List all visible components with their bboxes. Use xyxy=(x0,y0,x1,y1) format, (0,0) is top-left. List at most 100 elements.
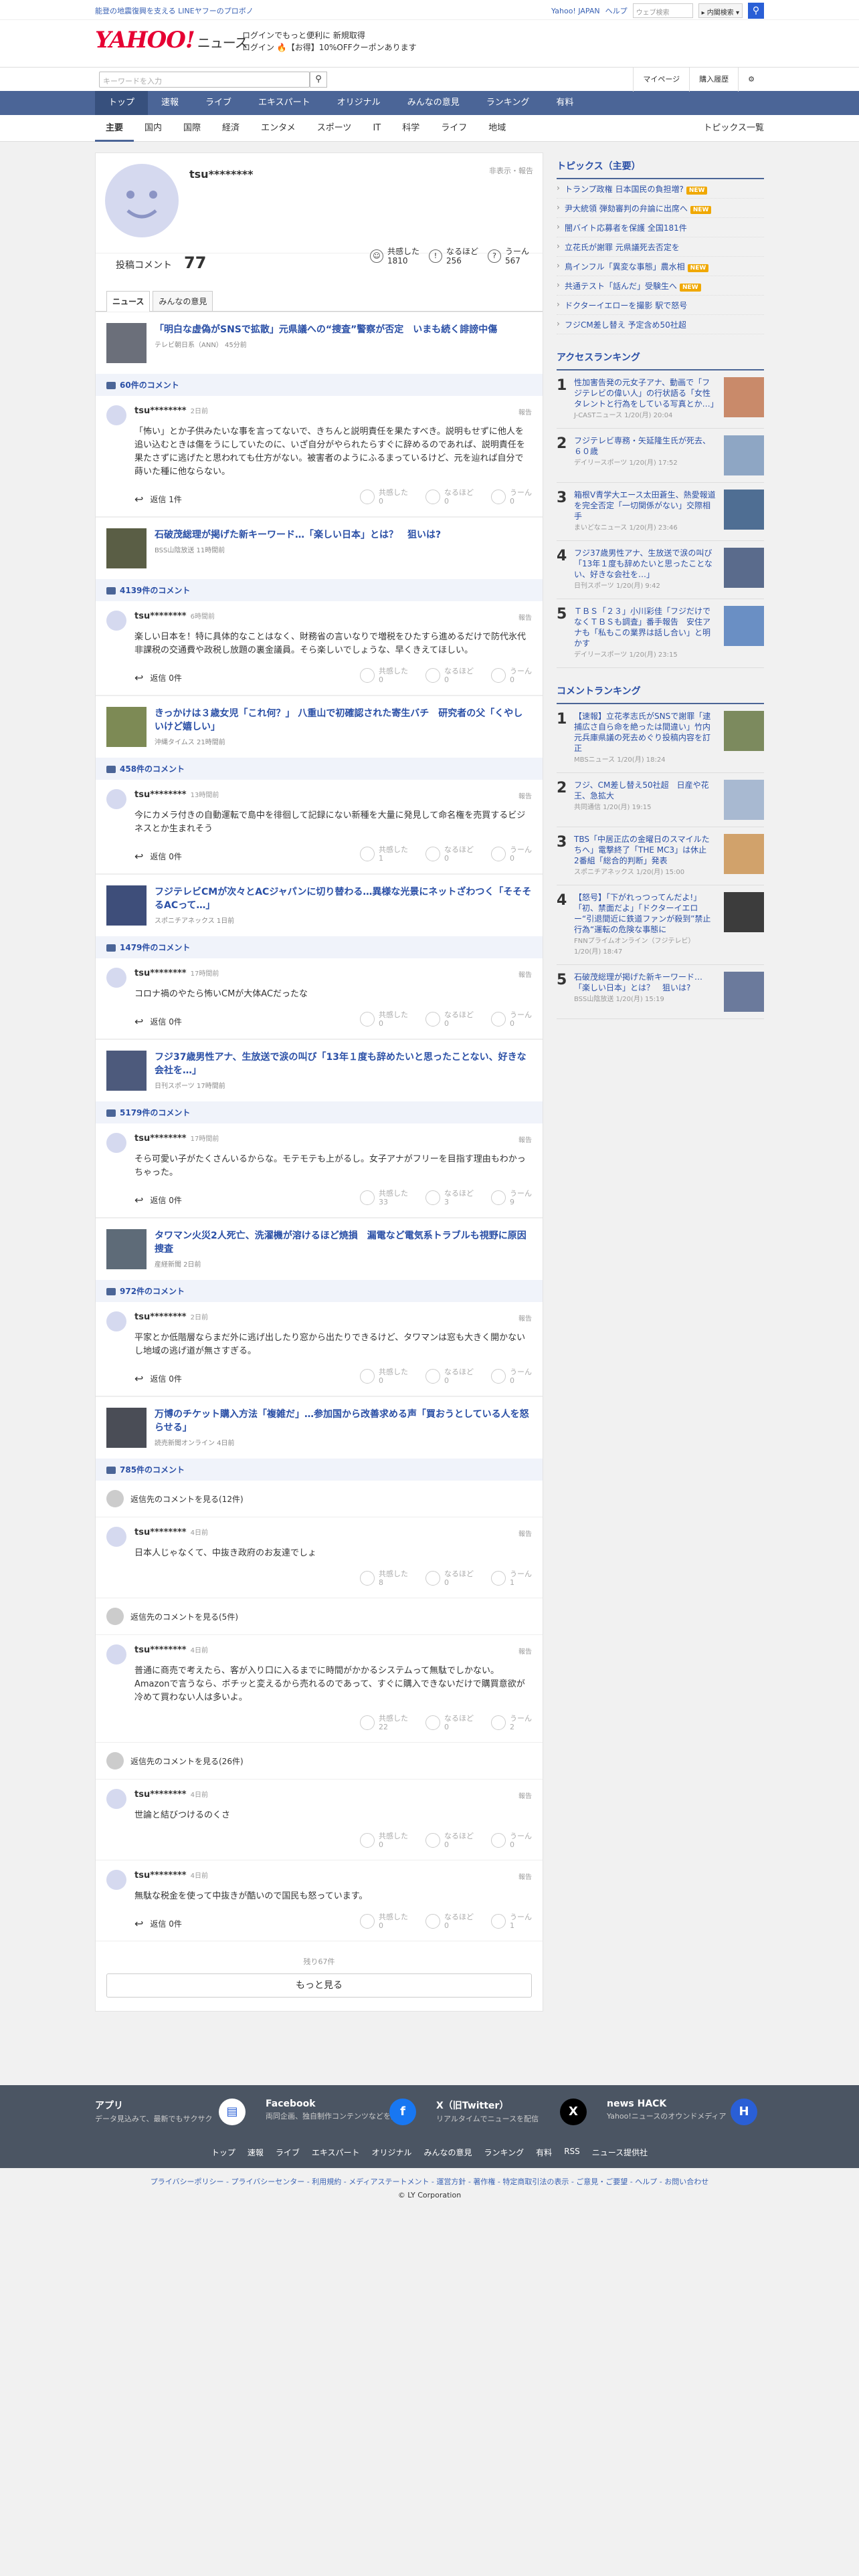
footer-link[interactable]: トップ xyxy=(211,2147,235,2158)
tab-1[interactable]: みんなの意見 xyxy=(153,291,213,311)
rank-thumbnail[interactable] xyxy=(724,548,764,588)
rank-title[interactable]: 性加害告発の元女子アナ、動画で「フジテレビの偉い人」の行状語る「女性タレントと行… xyxy=(574,378,719,409)
subnav-tab-5[interactable]: スポーツ xyxy=(306,115,363,142)
article-title[interactable]: フジテレビCMが次々とACジャパンに切り替わる…異様な光景にネットざわつく「そそ… xyxy=(155,885,532,912)
gnav-tab-1[interactable]: 速報 xyxy=(148,91,192,115)
topics-list-link[interactable]: トピックス一覧 xyxy=(703,115,764,142)
comment-count-bar[interactable]: 458件のコメント xyxy=(96,758,543,780)
comment-username[interactable]: tsu******** xyxy=(134,406,187,416)
comment-user[interactable]: tsu******** 6時間前 xyxy=(134,611,532,621)
footer-item-3[interactable]: news HACK Yahoo!ニュースのオウンドメディア H xyxy=(607,2099,757,2125)
rank-title[interactable]: 【怒号】「下がれっつってんだよ!」「初、禁面だよ」「ドクターイエロー“引退間近に… xyxy=(574,893,710,934)
article-item[interactable]: タワマン火災2人死亡、洗濯機が溶けるほど焼損 漏電など電気系トラブルも視野に原因… xyxy=(96,1218,543,1280)
comment-count-bar[interactable]: 1479件のコメント xyxy=(96,936,543,958)
gnav-tab-4[interactable]: オリジナル xyxy=(324,91,394,115)
comment-username[interactable]: tsu******** xyxy=(134,1527,187,1537)
rank-thumbnail[interactable] xyxy=(724,606,764,646)
app-icon[interactable]: ▤ xyxy=(219,2099,246,2125)
ranking-item[interactable]: 3 箱根V青学大エース太田蒼生、熱愛報道を完全否定「一切関係がない」交際相手 まいど… xyxy=(557,483,764,541)
rank-title[interactable]: フジテレビ専務・矢延隆生氏が死去、６０歳 xyxy=(574,436,710,456)
comment-username[interactable]: tsu******** xyxy=(134,611,187,621)
comment-user[interactable]: tsu******** 4日前 xyxy=(134,1789,532,1800)
comment-count-bar[interactable]: 5179件のコメント xyxy=(96,1101,543,1123)
rank-text[interactable]: フジ、CM差し替え50社超 日産や花王、急拡大 共同通信 1/20(月) 19:1… xyxy=(574,780,717,820)
comment-username[interactable]: tsu******** xyxy=(134,1134,187,1144)
footer-link[interactable]: ランキング xyxy=(484,2147,524,2158)
comment-user[interactable]: tsu******** 4日前 xyxy=(134,1527,532,1537)
report-link[interactable]: 報告 xyxy=(518,1871,532,1881)
rank-text[interactable]: フジテレビ専務・矢延隆生氏が死去、６０歳 デイリースポーツ 1/20(月) 17:… xyxy=(574,435,717,475)
comment-username[interactable]: tsu******** xyxy=(134,1645,187,1655)
subnav-tab-8[interactable]: ライフ xyxy=(430,115,478,142)
rank-thumbnail[interactable] xyxy=(724,435,764,475)
reply-button[interactable]: ↩ 返信 0件 xyxy=(134,671,182,684)
gnav-tab-7[interactable]: 有料 xyxy=(543,91,587,115)
topic-item[interactable]: 闇バイト応募者を保護 全国181件 xyxy=(557,218,764,237)
comment-user[interactable]: tsu******** 17時間前 xyxy=(134,1133,532,1144)
ranking-item[interactable]: 5 石破茂総理が掲げた新キーワード…「楽しい日本」とは？ 狙いは? BSS山陰放送 … xyxy=(557,965,764,1019)
parent-comment-link[interactable]: 返信先のコメントを見る(26件) xyxy=(96,1743,543,1780)
vote-button-0[interactable]: 共感した 0 xyxy=(360,667,408,684)
subnav-tab-7[interactable]: 科学 xyxy=(391,115,430,142)
footer-link[interactable]: ニュース提供社 xyxy=(592,2147,648,2158)
facebook-icon[interactable]: f xyxy=(389,2099,416,2125)
footer-item-0[interactable]: アプリ データ見込みて、最新でもサクサク ▤ xyxy=(95,2099,246,2125)
footer-item-title[interactable]: X（旧Twitter） xyxy=(436,2101,508,2111)
rank-text[interactable]: 箱根V青学大エース太田蒼生、熱愛報道を完全否定「一切関係がない」交際相手 まいどな… xyxy=(574,490,717,534)
rank-thumbnail[interactable] xyxy=(724,780,764,820)
gnav-tab-6[interactable]: ランキング xyxy=(473,91,543,115)
vote-button-0[interactable]: 共感した 0 xyxy=(360,488,408,506)
vote-button-1[interactable]: なるほど 0 xyxy=(425,1010,474,1028)
login-msg-line1[interactable]: ログインでもっと便利に 新規取得 xyxy=(242,29,417,41)
report-link[interactable]: 報告 xyxy=(518,790,532,800)
comment-user[interactable]: tsu******** 17時間前 xyxy=(134,968,532,978)
comment-count-text[interactable]: 4139件のコメント xyxy=(120,586,190,595)
article-thumbnail[interactable] xyxy=(106,707,147,747)
gnav-tab-3[interactable]: エキスパート xyxy=(245,91,324,115)
subnav-tab-9[interactable]: 地域 xyxy=(478,115,516,142)
parent-comment-link[interactable]: 返信先のコメントを見る(5件) xyxy=(96,1598,543,1635)
article-item[interactable]: 「明白な虚偽がSNSで拡散」元県議への“捜査”警察が否定 いまも続く誹謗中傷 テレ… xyxy=(96,312,543,374)
gnav-tab-2[interactable]: ライブ xyxy=(192,91,245,115)
subnav-tab-0[interactable]: 主要 xyxy=(95,115,134,142)
rank-text[interactable]: 性加害告発の元女子アナ、動画で「フジテレビの偉い人」の行状語る「女性タレントと行… xyxy=(574,377,719,421)
rank-title[interactable]: 【速報】立花孝志氏がSNSで謝罪「逮捕広さ自ら命を絶ったは間違い」竹内元兵庫県議… xyxy=(574,712,710,753)
vote-button-1[interactable]: なるほど 0 xyxy=(425,1913,474,1930)
footer-item-title[interactable]: アプリ xyxy=(95,2101,123,2111)
topic-text[interactable]: 尹大統領 弾劾審判の弁論に出席へ xyxy=(565,204,688,213)
vote-button-0[interactable]: 共感した 22 xyxy=(360,1714,408,1731)
login-msg-line2[interactable]: ログイン 🔥【お得】10%OFFクーポンあります xyxy=(242,41,417,53)
vote-button-1[interactable]: なるほど 0 xyxy=(425,488,474,506)
parent-comment-text[interactable]: 返信先のコメントを見る(12件) xyxy=(130,1493,244,1505)
footer-link[interactable]: ライブ xyxy=(276,2147,300,2158)
vote-button-2[interactable]: うーん 0 xyxy=(491,488,532,506)
vote-button-2[interactable]: うーん 1 xyxy=(491,1570,532,1587)
vote-button-2[interactable]: うーん 1 xyxy=(491,1913,532,1930)
report-link[interactable]: 報告 xyxy=(518,612,532,622)
report-link[interactable]: 報告 xyxy=(518,1134,532,1144)
footer-link[interactable]: RSS xyxy=(564,2147,580,2158)
article-thumbnail[interactable] xyxy=(106,1229,147,1269)
parent-comment-link[interactable]: 返信先のコメントを見る(12件) xyxy=(96,1481,543,1517)
more-button[interactable]: もっと見る xyxy=(106,1973,532,1998)
rank-text[interactable]: 【速報】立花孝志氏がSNSで謝罪「逮捕広さ自ら命を絶ったは間違い」竹内元兵庫県議… xyxy=(574,711,717,766)
comment-user[interactable]: tsu******** 2日前 xyxy=(134,405,532,416)
report-link[interactable]: 報告 xyxy=(518,969,532,979)
comment-count-bar[interactable]: 972件のコメント xyxy=(96,1280,543,1302)
comment-count-text[interactable]: 972件のコメント xyxy=(120,1287,185,1296)
ranking-item[interactable]: 1 【速報】立花孝志氏がSNSで謝罪「逮捕広さ自ら命を絶ったは間違い」竹内元兵庫県… xyxy=(557,704,764,773)
mypage-link[interactable]: マイページ xyxy=(633,68,689,92)
footer-item-1[interactable]: Facebook 両同企画、独自制作コンテンツなどを投稿 f xyxy=(266,2099,416,2125)
comment-user[interactable]: tsu******** 4日前 xyxy=(134,1870,532,1881)
article-item[interactable]: フジ37歳男性アナ、生放送で涙の叫び「13年１度も辞めたいと思ったことない、好き… xyxy=(96,1039,543,1101)
comment-count-text[interactable]: 5179件のコメント xyxy=(120,1108,190,1117)
comment-username[interactable]: tsu******** xyxy=(134,1870,187,1881)
hide-report-link[interactable]: 非表示・報告 xyxy=(489,165,533,176)
ranking-item[interactable]: 2 フジテレビ専務・矢延隆生氏が死去、６０歳 デイリースポーツ 1/20(月) 17… xyxy=(557,429,764,483)
x-icon[interactable]: X xyxy=(560,2099,587,2125)
rank-text[interactable]: 【怒号】「下がれっつってんだよ!」「初、禁面だよ」「ドクターイエロー“引退間近に… xyxy=(574,892,717,958)
article-thumbnail[interactable] xyxy=(106,528,147,568)
footer-item-title[interactable]: Facebook xyxy=(266,2099,316,2109)
rank-thumbnail[interactable] xyxy=(724,711,764,751)
gnav-tab-5[interactable]: みんなの意見 xyxy=(394,91,473,115)
